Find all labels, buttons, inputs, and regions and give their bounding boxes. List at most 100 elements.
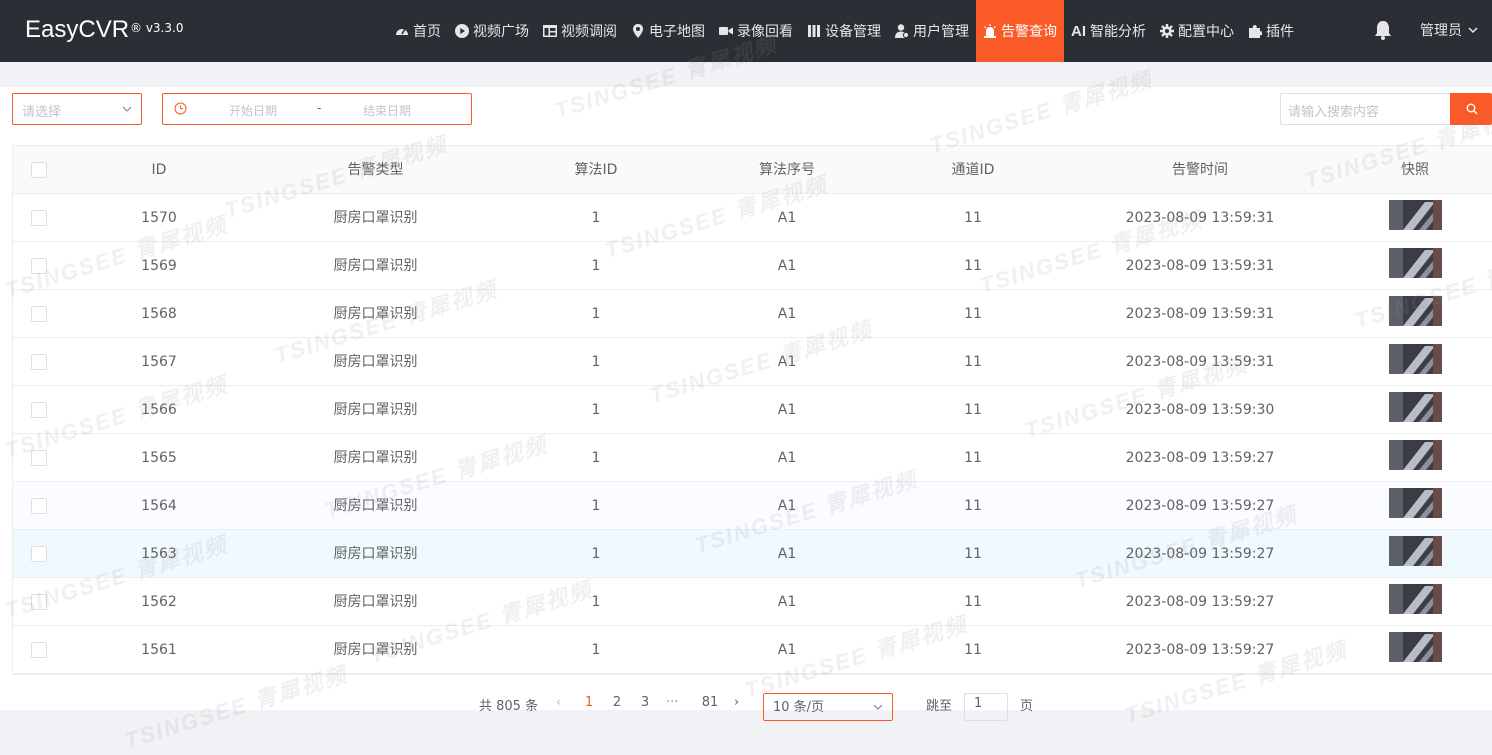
cell-channel: 11 <box>964 210 982 226</box>
nav-item-users[interactable]: 用户管理 <box>888 0 976 62</box>
header-id[interactable]: ID <box>109 146 209 194</box>
play-circle-icon <box>455 24 469 38</box>
end-date-input[interactable]: 结束日期 <box>363 102 411 119</box>
nav-item-video-review[interactable]: 视频调阅 <box>536 0 624 62</box>
bell-icon[interactable] <box>1372 19 1394 41</box>
cell-alg-id: 1 <box>591 354 601 370</box>
goto-page-value: 1 <box>974 696 983 711</box>
cell-id: 1565 <box>141 450 177 466</box>
cell-alg-id: 1 <box>591 402 601 418</box>
row-checkbox[interactable] <box>31 594 47 610</box>
header-time[interactable]: 告警时间 <box>1100 146 1300 194</box>
next-page-icon[interactable]: › <box>734 695 739 710</box>
chevron-down-icon <box>873 704 883 710</box>
table-row[interactable]: 1570 厨房口罩识别 1 A1 11 2023-08-09 13:59:31 <box>13 194 1492 242</box>
nav-item-home[interactable]: 首页 <box>388 0 448 62</box>
date-range-picker[interactable]: 开始日期 - 结束日期 <box>162 93 472 125</box>
page-1[interactable]: 1 <box>578 695 600 710</box>
cell-alg-id: 1 <box>591 258 601 274</box>
prev-page-icon[interactable]: ‹ <box>556 695 561 710</box>
snapshot-thumbnail[interactable] <box>1389 440 1442 470</box>
cell-alarm-time: 2023-08-09 13:59:27 <box>1125 546 1275 562</box>
row-checkbox[interactable] <box>31 402 47 418</box>
cell-alg-id: 1 <box>591 546 601 562</box>
row-checkbox[interactable] <box>31 258 47 274</box>
row-checkbox[interactable] <box>31 546 47 562</box>
nav-item-plugins[interactable]: 插件 <box>1241 0 1301 62</box>
snapshot-thumbnail[interactable] <box>1389 344 1442 374</box>
main-content: 请选择 开始日期 - 结束日期 请输入搜索内容 ID 告警类型 算法ID 算法序… <box>0 87 1492 721</box>
page-size-select[interactable]: 10 条/页 <box>763 693 893 721</box>
select-all-checkbox[interactable] <box>31 162 47 178</box>
row-checkbox[interactable] <box>31 498 47 514</box>
page-2[interactable]: 2 <box>606 695 628 710</box>
row-checkbox[interactable] <box>31 642 47 658</box>
search-button[interactable] <box>1450 93 1492 125</box>
cell-alg-seq: A1 <box>777 210 797 226</box>
top-navbar: EasyCVR ® v3.3.0 首页 视频广场 视频调阅 电子地图 录像回看 … <box>0 0 1492 62</box>
table-row[interactable]: 1569 厨房口罩识别 1 A1 11 2023-08-09 13:59:31 <box>13 242 1492 290</box>
table-row[interactable]: 1561 厨房口罩识别 1 A1 11 2023-08-09 13:59:27 <box>13 626 1492 674</box>
cell-id: 1563 <box>141 546 177 562</box>
user-menu[interactable]: 管理员 <box>1420 20 1478 40</box>
device-icon <box>807 24 821 38</box>
snapshot-thumbnail[interactable] <box>1389 200 1442 230</box>
nav-item-alarm-query[interactable]: 告警查询 <box>976 0 1064 62</box>
search-input[interactable]: 请输入搜索内容 <box>1280 93 1451 125</box>
cell-alg-id: 1 <box>591 642 601 658</box>
goto-unit: 页 <box>1020 699 1034 714</box>
dashboard-icon <box>395 24 409 38</box>
cell-alarm-time: 2023-08-09 13:59:30 <box>1125 402 1275 418</box>
nav-item-playback[interactable]: 录像回看 <box>712 0 800 62</box>
nav-item-video-square[interactable]: 视频广场 <box>448 0 536 62</box>
header-channel[interactable]: 通道ID <box>923 146 1023 194</box>
cell-channel: 11 <box>964 594 982 610</box>
pagination-total: 共 805 条 <box>479 699 539 714</box>
snapshot-thumbnail[interactable] <box>1389 584 1442 614</box>
table-row[interactable]: 1564 厨房口罩识别 1 A1 11 2023-08-09 13:59:27 <box>13 482 1492 530</box>
snapshot-thumbnail[interactable] <box>1389 296 1442 326</box>
snapshot-thumbnail[interactable] <box>1389 536 1442 566</box>
table-row[interactable]: 1566 厨房口罩识别 1 A1 11 2023-08-09 13:59:30 <box>13 386 1492 434</box>
row-checkbox[interactable] <box>31 306 47 322</box>
snapshot-thumbnail[interactable] <box>1389 632 1442 662</box>
cell-channel: 11 <box>964 306 982 322</box>
start-date-input[interactable]: 开始日期 <box>229 102 277 119</box>
row-checkbox[interactable] <box>31 210 47 226</box>
cell-alarm-time: 2023-08-09 13:59:31 <box>1125 354 1275 370</box>
grid-layout-icon <box>543 24 557 38</box>
cell-alg-seq: A1 <box>777 642 797 658</box>
cell-id: 1567 <box>141 354 177 370</box>
alarm-light-icon <box>983 24 997 38</box>
page-ellipsis[interactable]: ··· <box>666 695 678 710</box>
row-checkbox[interactable] <box>31 354 47 370</box>
row-checkbox[interactable] <box>31 450 47 466</box>
snapshot-thumbnail[interactable] <box>1389 488 1442 518</box>
page-81[interactable]: 81 <box>699 695 721 710</box>
table-row[interactable]: 1567 厨房口罩识别 1 A1 11 2023-08-09 13:59:31 <box>13 338 1492 386</box>
snapshot-thumbnail[interactable] <box>1389 392 1442 422</box>
alarm-type-select[interactable]: 请选择 <box>12 93 142 125</box>
cell-channel: 11 <box>964 546 982 562</box>
nav-label: 智能分析 <box>1090 24 1146 40</box>
table-row[interactable]: 1563 厨房口罩识别 1 A1 11 2023-08-09 13:59:27 <box>13 530 1492 578</box>
table-row[interactable]: 1562 厨房口罩识别 1 A1 11 2023-08-09 13:59:27 <box>13 578 1492 626</box>
table-row[interactable]: 1568 厨房口罩识别 1 A1 11 2023-08-09 13:59:31 <box>13 290 1492 338</box>
cell-alarm-time: 2023-08-09 13:59:31 <box>1125 210 1275 226</box>
snapshot-thumbnail[interactable] <box>1389 248 1442 278</box>
app-logo[interactable]: EasyCVR <box>25 16 129 44</box>
cell-alarm-time: 2023-08-09 13:59:27 <box>1125 498 1275 514</box>
nav-item-config[interactable]: 配置中心 <box>1153 0 1241 62</box>
cell-alarm-type: 厨房口罩识别 <box>333 258 418 274</box>
header-alg-id[interactable]: 算法ID <box>546 146 646 194</box>
nav-label: 配置中心 <box>1178 24 1234 40</box>
table-row[interactable]: 1565 厨房口罩识别 1 A1 11 2023-08-09 13:59:27 <box>13 434 1492 482</box>
header-type[interactable]: 告警类型 <box>273 146 478 194</box>
header-alg-seq[interactable]: 算法序号 <box>737 146 837 194</box>
cell-alarm-type: 厨房口罩识别 <box>333 498 418 514</box>
nav-item-ai-analysis[interactable]: AI 智能分析 <box>1064 0 1153 62</box>
nav-item-map[interactable]: 电子地图 <box>624 0 712 62</box>
nav-item-devices[interactable]: 设备管理 <box>800 0 888 62</box>
goto-page-input[interactable]: 1 <box>964 693 1008 721</box>
page-3[interactable]: 3 <box>634 695 656 710</box>
